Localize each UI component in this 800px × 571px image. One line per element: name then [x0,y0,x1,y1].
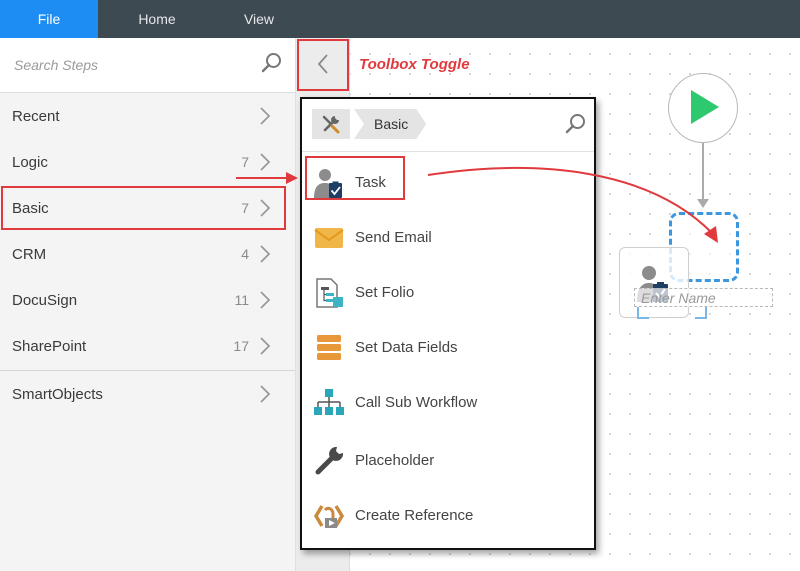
ghost-corner [637,307,649,319]
category-label: SmartObjects [12,385,103,403]
email-icon [313,222,345,254]
connector-line [702,143,704,201]
step-name-input[interactable] [634,288,773,307]
step-label: Set Folio [355,284,415,301]
category-label: Basic [12,199,49,217]
connector-arrowhead [697,199,709,208]
basic-steps-flyout: Basic Task Send Email Set Folio Set Data… [300,97,596,550]
tools-icon [321,114,341,137]
step-send-email[interactable]: Send Email [302,213,594,263]
menu-file[interactable]: File [0,0,98,38]
step-label: Call Sub Workflow [355,394,478,411]
start-node[interactable] [668,73,738,143]
step-call-sub-workflow[interactable]: Call Sub Workflow [302,378,594,428]
category-label: Logic [12,153,48,171]
step-set-folio[interactable]: Set Folio [302,268,594,318]
dragged-task-step[interactable] [619,247,689,318]
play-icon [683,87,723,130]
step-create-reference[interactable]: Create Reference [302,491,594,541]
search-bar [0,38,295,93]
step-task[interactable]: Task [302,158,594,208]
category-sharepoint[interactable]: SharePoint 17 [0,323,295,369]
chevron-right-icon [258,385,272,406]
category-logic[interactable]: Logic 7 [0,139,295,185]
chevron-right-icon [258,291,272,312]
category-crm[interactable]: CRM 4 [0,231,295,277]
sub-workflow-icon [313,387,345,419]
step-placeholder[interactable]: Placeholder [302,436,594,486]
search-icon[interactable] [261,52,283,77]
data-fields-icon [313,332,345,364]
search-icon[interactable] [565,113,587,138]
toolbox-toggle-button[interactable] [297,39,349,91]
category-count: 7 [241,154,249,170]
step-label: Placeholder [355,452,435,469]
chevron-right-icon [258,199,272,220]
step-set-data-fields[interactable]: Set Data Fields [302,323,594,373]
chevron-right-icon [258,337,272,358]
chevron-right-icon [258,245,272,266]
breadcrumb-basic[interactable]: Basic [354,109,426,139]
steps-panel: Recent Logic 7 Basic 7 CRM 4 DocuSign 11… [0,38,296,571]
step-label: Send Email [355,229,432,246]
step-label: Create Reference [355,507,474,524]
menu-view[interactable]: View [216,0,302,38]
category-basic[interactable]: Basic 7 [0,185,295,231]
ghost-corner [695,307,707,319]
category-label: CRM [12,245,47,263]
category-count: 4 [241,246,249,262]
menu-home[interactable]: Home [98,0,216,38]
reference-icon [313,500,345,532]
category-count: 11 [234,292,249,308]
category-label: DocuSign [12,291,78,309]
breadcrumb-toolbox[interactable] [312,109,350,139]
folio-icon [313,277,345,309]
wrench-icon [313,445,345,477]
task-icon [313,167,345,199]
category-smartobjects[interactable]: SmartObjects [0,371,295,417]
chevron-right-icon [258,153,272,174]
category-recent[interactable]: Recent [0,93,295,139]
chevron-right-icon [258,107,272,128]
category-count: 7 [241,200,249,216]
search-input[interactable] [0,38,250,92]
step-label: Task [355,174,386,191]
category-label: Recent [12,107,60,125]
category-count: 17 [233,338,249,354]
menu-bar: File Home View [0,0,800,38]
flyout-header: Basic [302,99,594,152]
toolbox-toggle-callout: Toolbox Toggle [359,56,470,73]
step-label: Set Data Fields [355,339,458,356]
chevron-left-icon [316,53,330,78]
category-label: SharePoint [12,337,87,355]
category-docusign[interactable]: DocuSign 11 [0,277,295,323]
